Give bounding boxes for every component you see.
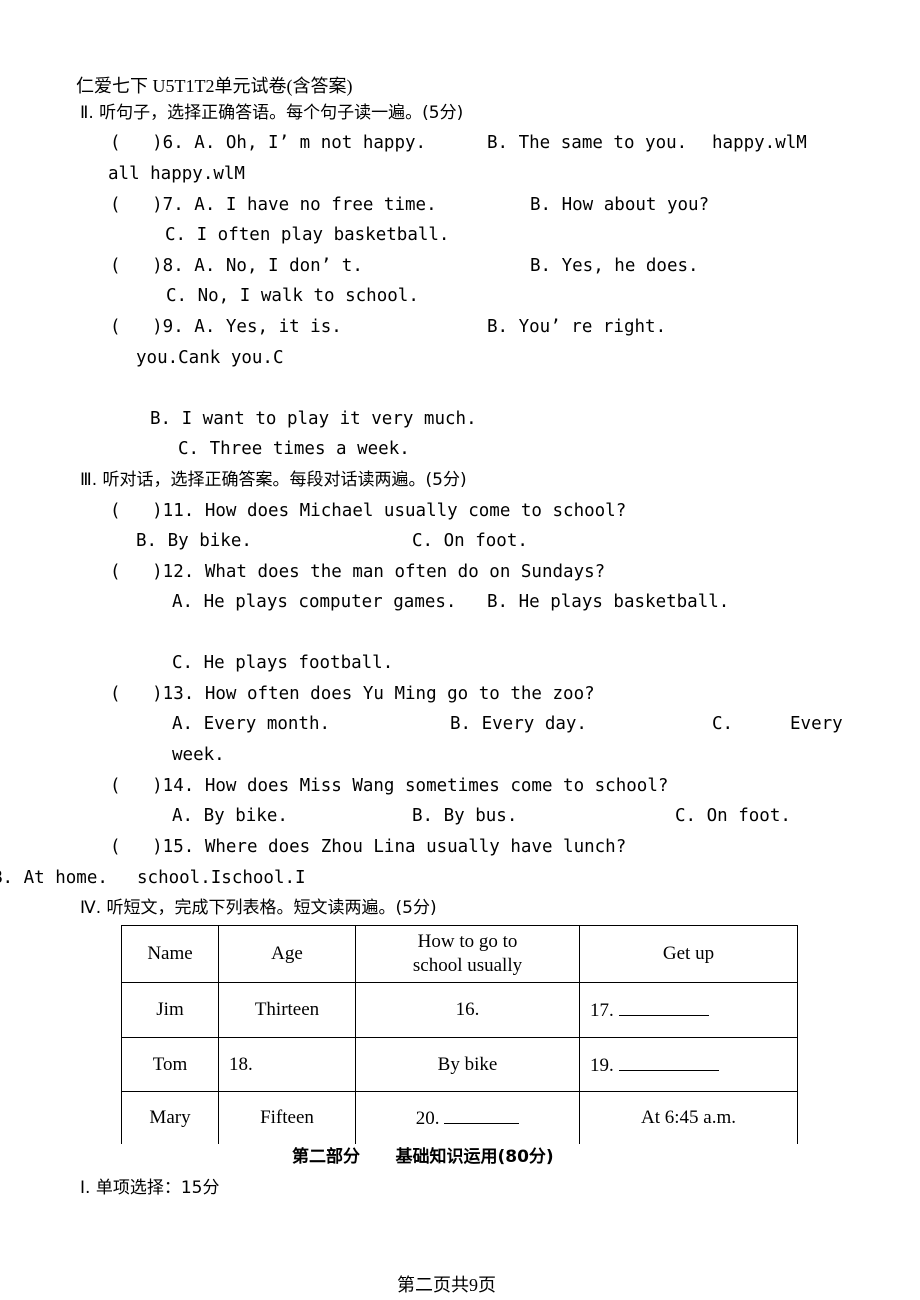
question-6: ( )6. A. Oh, I’ m not happy. [110, 133, 427, 153]
option: C. No, I walk to school. [166, 286, 419, 306]
option: C. He plays football. [172, 653, 394, 673]
header-cell: Name [121, 925, 219, 983]
section-heading: Ⅳ. 听短文，完成下列表格。短文读两遍。(5分) [80, 898, 437, 918]
answer-blank[interactable] [618, 1052, 719, 1071]
text-fragment: you.Cank you.C [136, 348, 284, 368]
question-8: ( )8. A. No, I don’ t. [110, 256, 363, 276]
cell: Fifteen [218, 1091, 356, 1144]
text-fragment: school.Ischool.I [137, 868, 306, 888]
option: B. The same to you. [487, 133, 688, 153]
option: B. I want to play it very much. [150, 409, 477, 429]
option: B. By bus. [412, 806, 518, 826]
cell: By bike [355, 1037, 580, 1092]
question-12: ( )12. What does the man often do on Sun… [110, 562, 606, 582]
cell: Thirteen [218, 982, 356, 1038]
cell: 16. [355, 982, 580, 1038]
part-heading: 第二部分 基础知识运用(80分) [292, 1147, 554, 1167]
section-heading: Ⅱ. 听句子，选择正确答语。每个句子读一遍。(5分) [80, 103, 464, 123]
option: B. At home. [0, 868, 108, 888]
blank-label: 17. [590, 1000, 614, 1021]
cell: Tom [121, 1037, 219, 1092]
answer-blank[interactable] [618, 997, 709, 1016]
section-heading: Ⅰ. 单项选择：15分 [80, 1178, 220, 1198]
page-footer: 第二页共9页 [397, 1275, 496, 1295]
option: Every [790, 714, 843, 734]
cell: At 6:45 a.m. [579, 1091, 798, 1144]
table-row: Mary Fifteen 20. At 6:45 a.m. [121, 1091, 798, 1144]
cell: Jim [121, 982, 219, 1038]
table-row: Tom 18. By bike 19. [121, 1037, 798, 1092]
section-heading: Ⅲ. 听对话，选择正确答案。每段对话读两遍。(5分) [80, 470, 467, 490]
option: C. [712, 714, 734, 734]
option: A. By bike. [172, 806, 288, 826]
option: C. I often play basketball. [165, 225, 450, 245]
question-13: ( )13. How often does Yu Ming go to the … [110, 684, 595, 704]
option: B. He plays basketball. [487, 592, 730, 612]
text-fragment: all happy.wlM [108, 164, 245, 184]
blank-label: 18. [229, 1053, 253, 1075]
blank-label: 19. [590, 1054, 614, 1076]
table-row: Jim Thirteen 16. 17. [121, 982, 798, 1038]
option: B. By bike. [136, 531, 252, 551]
option: B. You’ re right. [487, 317, 667, 337]
blank-label: 16. [455, 999, 480, 1020]
question-7: ( )7. A. I have no free time. [110, 195, 437, 215]
cell: 19. [579, 1037, 798, 1092]
header-cell: Age [218, 925, 356, 983]
option: C. On foot. [675, 806, 791, 826]
question-9: ( )9. A. Yes, it is. [110, 317, 342, 337]
header-cell: How to go to school usually [355, 925, 580, 983]
table-header-row: Name Age How to go to school usually Get… [121, 925, 798, 983]
text-fragment: happy.wlM [712, 133, 807, 153]
question-11: ( )11. How does Michael usually come to … [110, 501, 627, 521]
option: C. On foot. [412, 531, 528, 551]
option: A. Every month. [172, 714, 331, 734]
cell: 17. [579, 982, 798, 1038]
option: week. [172, 745, 225, 765]
option: C. Three times a week. [178, 439, 410, 459]
cell: Mary [121, 1091, 219, 1144]
question-14: ( )14. How does Miss Wang sometimes come… [110, 776, 669, 796]
cell: 20. [355, 1091, 580, 1144]
cell: 18. [218, 1037, 356, 1092]
answer-blank[interactable] [444, 1105, 520, 1124]
answer-table: Name Age How to go to school usually Get… [121, 925, 798, 1144]
option: B. Yes, he does. [530, 256, 699, 276]
question-15: ( )15. Where does Zhou Lina usually have… [110, 837, 627, 857]
document-title: 仁爱七下 U5T1T2单元试卷(含答案) [76, 76, 353, 96]
header-cell: Get up [579, 925, 798, 983]
blank-label: 20. [415, 1107, 440, 1129]
option: B. How about you? [530, 195, 710, 215]
option: A. He plays computer games. [172, 592, 457, 612]
option: B. Every day. [450, 714, 587, 734]
